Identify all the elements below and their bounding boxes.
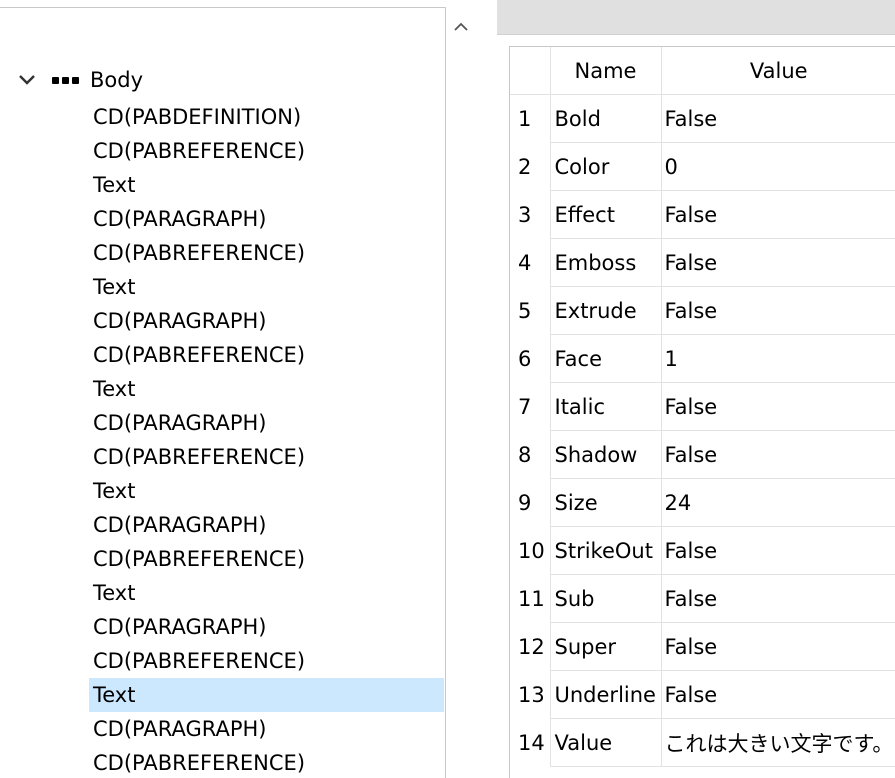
grid-corner-cell	[510, 47, 550, 95]
table-row[interactable]: 1 Bold False	[510, 94, 895, 143]
tree-item[interactable]: CD(PABREFERENCE)	[89, 644, 444, 678]
property-value-cell[interactable]: False	[661, 670, 895, 719]
property-name-cell[interactable]: StrikeOut	[549, 526, 662, 575]
tree-item[interactable]: CD(PABREFERENCE)	[89, 236, 444, 270]
property-value-cell[interactable]: 0	[661, 142, 895, 191]
tree-item[interactable]: Text	[89, 372, 444, 406]
node-dots-icon	[52, 75, 88, 85]
property-name-cell[interactable]: Color	[549, 142, 662, 191]
row-number: 10	[510, 526, 550, 575]
column-header-value[interactable]: Value	[661, 47, 895, 95]
row-number: 13	[510, 670, 550, 719]
table-row[interactable]: 8 Shadow False	[510, 430, 895, 479]
property-value-cell[interactable]: 1	[661, 334, 895, 383]
property-grid[interactable]: Name Value 1 Bold False 2 Color 0 3 Effect False…	[509, 46, 895, 778]
chevron-up-icon[interactable]	[454, 19, 468, 33]
tree-item[interactable]: Text	[89, 270, 444, 304]
property-value-cell[interactable]: False	[661, 94, 895, 143]
property-value-cell[interactable]: False	[661, 622, 895, 671]
property-name-cell[interactable]: Face	[549, 334, 662, 383]
table-row[interactable]: 7 Italic False	[510, 382, 895, 431]
tree-item[interactable]: CD(PARAGRAPH)	[89, 304, 444, 338]
table-row[interactable]: 2 Color 0	[510, 142, 895, 191]
property-value-cell[interactable]: False	[661, 238, 895, 287]
table-row[interactable]: 5 Extrude False	[510, 286, 895, 335]
row-number: 7	[510, 382, 550, 431]
column-header-name[interactable]: Name	[549, 47, 662, 95]
tree-item[interactable]: CD(PARAGRAPH)	[89, 712, 444, 746]
tree-item[interactable]: CD(PABREFERENCE)	[89, 134, 444, 168]
property-value-cell[interactable]: False	[661, 430, 895, 479]
table-row[interactable]: 4 Emboss False	[510, 238, 895, 287]
row-number: 9	[510, 478, 550, 527]
property-name-cell[interactable]: Emboss	[549, 238, 662, 287]
property-name-cell[interactable]: Size	[549, 478, 662, 527]
property-value-cell[interactable]: False	[661, 286, 895, 335]
property-name-cell[interactable]: Bold	[549, 94, 662, 143]
property-name-cell[interactable]: Super	[549, 622, 662, 671]
property-value-cell[interactable]: False	[661, 190, 895, 239]
table-row[interactable]: 14 Value これは大きい文字です。	[510, 718, 895, 767]
tree-item[interactable]: CD(PARAGRAPH)	[89, 610, 444, 644]
row-number: 12	[510, 622, 550, 671]
tree-item[interactable]: Text	[89, 168, 444, 202]
tree-children: CD(PABDEFINITION) CD(PABREFERENCE) Text CD(…	[89, 100, 444, 778]
table-row[interactable]: 3 Effect False	[510, 190, 895, 239]
table-row[interactable]: 10 StrikeOut False	[510, 526, 895, 575]
property-panel-header	[497, 0, 895, 35]
table-row[interactable]: 11 Sub False	[510, 574, 895, 623]
chevron-down-icon[interactable]	[18, 70, 44, 90]
property-name-cell[interactable]: Extrude	[549, 286, 662, 335]
tree-item[interactable]: Text	[89, 576, 444, 610]
property-value-cell[interactable]: これは大きい文字です。	[661, 718, 895, 767]
tree-item[interactable]: Text	[89, 678, 444, 712]
tree-item[interactable]: CD(PARAGRAPH)	[89, 508, 444, 542]
tree-item[interactable]: CD(PABREFERENCE)	[89, 338, 444, 372]
row-number: 4	[510, 238, 550, 287]
property-name-cell[interactable]: Effect	[549, 190, 662, 239]
property-value-cell[interactable]: 24	[661, 478, 895, 527]
tree-item[interactable]: CD(PABREFERENCE)	[89, 440, 444, 474]
tree-item[interactable]: CD(PARAGRAPH)	[89, 202, 444, 236]
tree-panel[interactable]: Body CD(PABDEFINITION) CD(PABREFERENCE) Te…	[0, 7, 446, 778]
property-name-cell[interactable]: Italic	[549, 382, 662, 431]
row-number: 3	[510, 190, 550, 239]
grid-header-row: Name Value	[510, 47, 895, 95]
row-number: 14	[510, 718, 550, 767]
tree-root-node[interactable]: Body	[18, 63, 143, 97]
row-number: 6	[510, 334, 550, 383]
table-row[interactable]: 13 Underline False	[510, 670, 895, 719]
row-number: 2	[510, 142, 550, 191]
row-number: 11	[510, 574, 550, 623]
tree-item[interactable]: CD(PABREFERENCE)	[89, 542, 444, 576]
property-name-cell[interactable]: Underline	[549, 670, 662, 719]
row-number: 5	[510, 286, 550, 335]
tree-item[interactable]: CD(PARAGRAPH)	[89, 406, 444, 440]
tree-item[interactable]: CD(PABDEFINITION)	[89, 100, 444, 134]
table-row[interactable]: 9 Size 24	[510, 478, 895, 527]
table-row[interactable]: 12 Super False	[510, 622, 895, 671]
row-number: 8	[510, 430, 550, 479]
tree-item[interactable]: CD(PABREFERENCE)	[89, 746, 444, 778]
property-value-cell[interactable]: False	[661, 382, 895, 431]
tree-scrollbar[interactable]	[446, 7, 476, 777]
property-name-cell[interactable]: Value	[549, 718, 662, 767]
property-value-cell[interactable]: False	[661, 526, 895, 575]
property-name-cell[interactable]: Sub	[549, 574, 662, 623]
tree-root-label: Body	[90, 68, 144, 92]
tree-item[interactable]: Text	[89, 474, 444, 508]
property-value-cell[interactable]: False	[661, 574, 895, 623]
row-number: 1	[510, 94, 550, 143]
table-row[interactable]: 6 Face 1	[510, 334, 895, 383]
property-name-cell[interactable]: Shadow	[549, 430, 662, 479]
